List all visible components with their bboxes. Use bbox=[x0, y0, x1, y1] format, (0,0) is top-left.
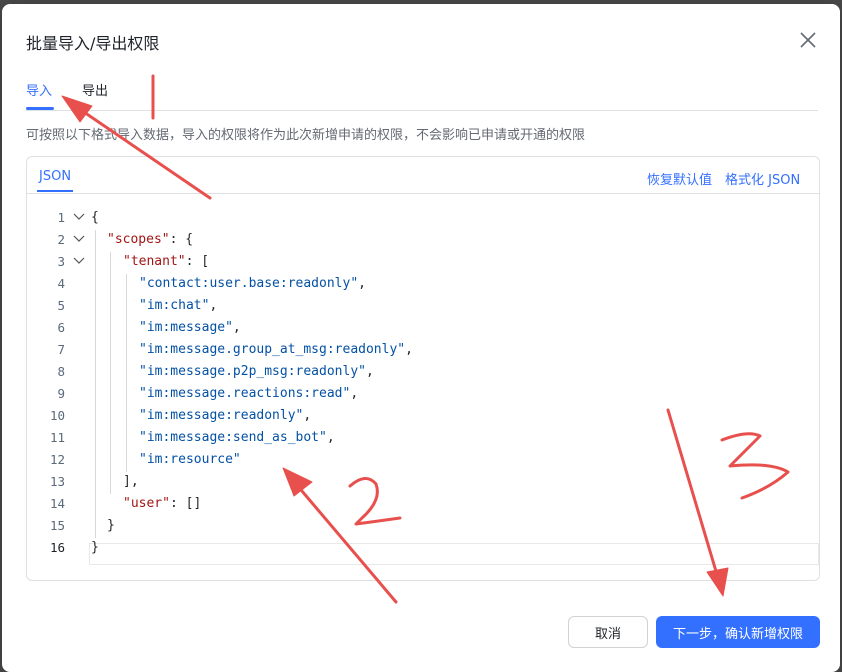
close-icon[interactable] bbox=[798, 30, 818, 50]
code-line: 4 "contact:user.base:readonly", bbox=[57, 276, 366, 291]
next-confirm-button[interactable]: 下一步，确认新增权限 bbox=[656, 616, 820, 648]
code-line: 16 } bbox=[49, 540, 99, 555]
code-line: 10 "im:message:readonly", bbox=[49, 408, 312, 423]
code-line: 7 "im:message.group_at_msg:readonly", bbox=[57, 342, 413, 357]
code-line: 2 "scopes": { bbox=[57, 232, 194, 247]
batch-permission-dialog: 批量导入/导出权限 导入 导出 可按照以下格式导入数据，导入的权限将作为此次新增… bbox=[2, 4, 840, 672]
code-line: 6 "im:message", bbox=[57, 320, 241, 335]
restore-default-button[interactable]: 恢复默认值 bbox=[647, 169, 712, 188]
tab-import[interactable]: 导入 bbox=[26, 80, 52, 99]
code-line: 1 { bbox=[57, 210, 99, 225]
import-description: 可按照以下格式导入数据，导入的权限将作为此次新增申请的权限，不会影响已申请或开通… bbox=[26, 128, 586, 143]
tab-bar: 导入 导出 bbox=[26, 70, 818, 111]
code-line: 12 "im:resource" bbox=[49, 452, 241, 467]
tab-export[interactable]: 导出 bbox=[82, 80, 108, 99]
active-tab-indicator bbox=[26, 107, 54, 110]
code-line: 8 "im:message.p2p_msg:readonly", bbox=[57, 364, 374, 379]
code-line: 14 "user": [] bbox=[49, 496, 202, 511]
fold-chevron-icon[interactable] bbox=[73, 234, 85, 244]
editor-header: JSON 恢复默认值 格式化 JSON bbox=[27, 157, 819, 194]
code-line: 11 "im:message:send_as_bot", bbox=[49, 430, 335, 445]
code-line: 15 } bbox=[49, 518, 115, 533]
dialog-title: 批量导入/导出权限 bbox=[26, 34, 160, 53]
cancel-button[interactable]: 取消 bbox=[568, 616, 648, 648]
code-line: 9 "im:message.reactions:read", bbox=[57, 386, 359, 401]
fold-chevron-icon[interactable] bbox=[73, 212, 85, 222]
editor-tab-json[interactable]: JSON bbox=[39, 169, 71, 184]
json-editor: JSON 恢复默认值 格式化 JSON 1 { 2 "scopes": { 3 bbox=[26, 156, 820, 581]
fold-chevron-icon[interactable] bbox=[73, 256, 85, 266]
code-line: 3 "tenant": [ bbox=[57, 254, 210, 269]
code-line: 5 "im:chat", bbox=[57, 298, 218, 313]
format-json-button[interactable]: 格式化 JSON bbox=[725, 169, 800, 188]
code-line: 13 ], bbox=[49, 474, 139, 489]
editor-tab-indicator bbox=[37, 190, 73, 192]
